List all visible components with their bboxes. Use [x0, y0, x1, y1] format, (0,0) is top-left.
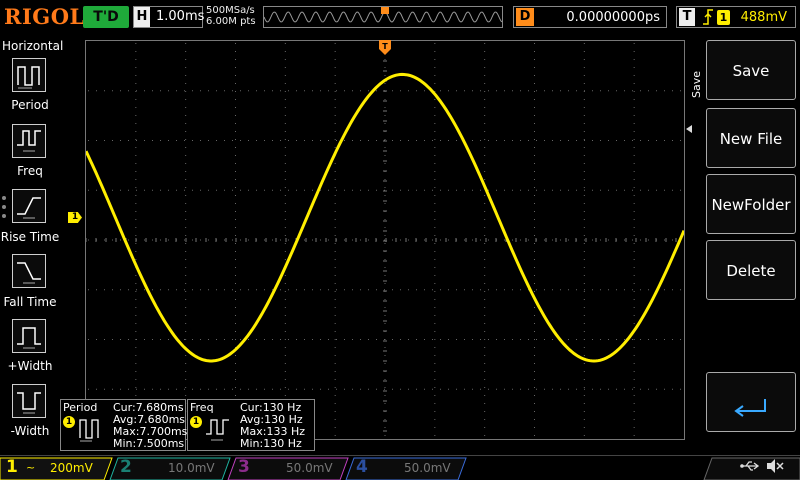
channel2-tab[interactable]: 2 10.0mV	[120, 457, 220, 479]
measurement-name: Freq	[190, 401, 214, 414]
return-icon	[734, 399, 766, 417]
memory-trigger-marker	[381, 7, 389, 14]
waveform-grid	[84, 40, 686, 436]
measurement-channel: 1	[63, 416, 75, 428]
rise-time-button[interactable]	[12, 189, 46, 223]
run-status-badge[interactable]: T'D	[83, 6, 129, 28]
acquisition-info: 500MSa/s 6.00M pts	[206, 5, 256, 27]
channel-scale: 50.0mV	[404, 461, 451, 475]
measurement-values: Cur:130 Hz Avg:130 Hz Max:133 Hz Min:130…	[240, 402, 305, 450]
measurement-name: Period	[63, 401, 98, 414]
channel1-tab[interactable]: 1 ~ 200mV	[6, 457, 106, 479]
measurement-period[interactable]: Period 1 Cur:7.680ms Avg:7.680ms Max:7.7…	[60, 399, 187, 451]
delay-box[interactable]: D 0.00000000ps	[513, 6, 667, 28]
negative-width-label: -Width	[10, 424, 50, 438]
freq-icon	[17, 130, 41, 152]
channel-number: 4	[356, 457, 368, 477]
channel-number: 2	[120, 457, 132, 477]
trigger-level: 488mV	[740, 10, 787, 25]
svg-text:T: T	[382, 42, 388, 51]
freq-label: Freq	[17, 164, 43, 178]
channel3-tab[interactable]: 3 50.0mV	[238, 457, 338, 479]
trigger-position-marker[interactable]: T	[379, 40, 391, 60]
channel-scale: 50.0mV	[286, 461, 333, 475]
right-menu-title: Save	[690, 70, 703, 98]
memory-depth: 6.00M pts	[206, 16, 256, 27]
rise-time-label: Rise Time	[0, 230, 60, 244]
freq-button[interactable]	[12, 124, 46, 158]
memory-position-bar[interactable]	[263, 6, 503, 28]
delay-label: D	[516, 8, 534, 26]
channel-number: 3	[238, 457, 250, 477]
fall-time-icon	[17, 262, 41, 284]
trigger-source-channel: 1	[717, 10, 730, 25]
positive-width-label: +Width	[7, 359, 53, 373]
measurement-values: Cur:7.680ms Avg:7.680ms Max:7.700ms Min:…	[113, 402, 187, 450]
measurement-min: Min:7.500ms	[113, 437, 185, 450]
freq-icon	[204, 414, 234, 447]
measurement-min: Min:130 Hz	[240, 437, 302, 450]
left-menu-title: Horizontal	[2, 39, 64, 53]
return-button[interactable]	[706, 372, 796, 432]
new-file-button[interactable]: New File	[706, 108, 796, 168]
period-icon	[77, 414, 107, 447]
rising-edge-icon	[701, 8, 715, 30]
period-icon	[17, 66, 40, 89]
rigol-logo: RIGOL	[4, 4, 85, 29]
measurement-freq[interactable]: Freq 1 Cur:130 Hz Avg:130 Hz Max:133 Hz …	[187, 399, 315, 451]
channel1-offset-marker[interactable]: 1	[68, 212, 82, 223]
delay-value: 0.00000000ps	[566, 10, 660, 25]
graticule	[85, 40, 681, 436]
positive-width-icon	[17, 327, 41, 349]
rise-time-icon	[17, 197, 41, 219]
menu-page-dots	[2, 196, 6, 223]
channel-number: 1	[6, 457, 18, 477]
timebase-value: 1.00ms	[156, 9, 205, 24]
period-label: Period	[11, 98, 49, 112]
positive-width-button[interactable]	[12, 319, 46, 353]
fall-time-label: Fall Time	[3, 295, 57, 309]
speaker-mute-icon[interactable]	[765, 458, 785, 478]
trigger-box[interactable]: T 1 488mV	[676, 6, 796, 28]
channel-coupling-icon: ~	[26, 461, 36, 474]
negative-width-button[interactable]	[12, 384, 46, 418]
horizontal-timebase-box[interactable]: H 1.00ms	[133, 6, 205, 28]
new-folder-button[interactable]: NewFolder	[706, 174, 796, 234]
negative-width-icon	[17, 392, 41, 414]
sample-rate: 500MSa/s	[206, 5, 255, 16]
fall-time-button[interactable]	[12, 254, 46, 288]
trigger-label: T	[679, 8, 695, 26]
memory-waveform-preview	[263, 7, 503, 23]
usb-icon	[740, 458, 760, 478]
channel4-tab[interactable]: 4 50.0mV	[356, 457, 456, 479]
channel-scale: 200mV	[50, 461, 93, 475]
horizontal-label: H	[134, 7, 150, 27]
period-button[interactable]	[12, 58, 46, 92]
delete-button[interactable]: Delete	[706, 240, 796, 300]
menu-pointer	[686, 118, 692, 133]
save-button[interactable]: Save	[706, 40, 796, 100]
channel-scale: 10.0mV	[168, 461, 215, 475]
measurement-channel: 1	[190, 416, 202, 428]
channel1-waveform-trace	[84, 72, 686, 363]
waveform-display[interactable]	[84, 40, 686, 440]
